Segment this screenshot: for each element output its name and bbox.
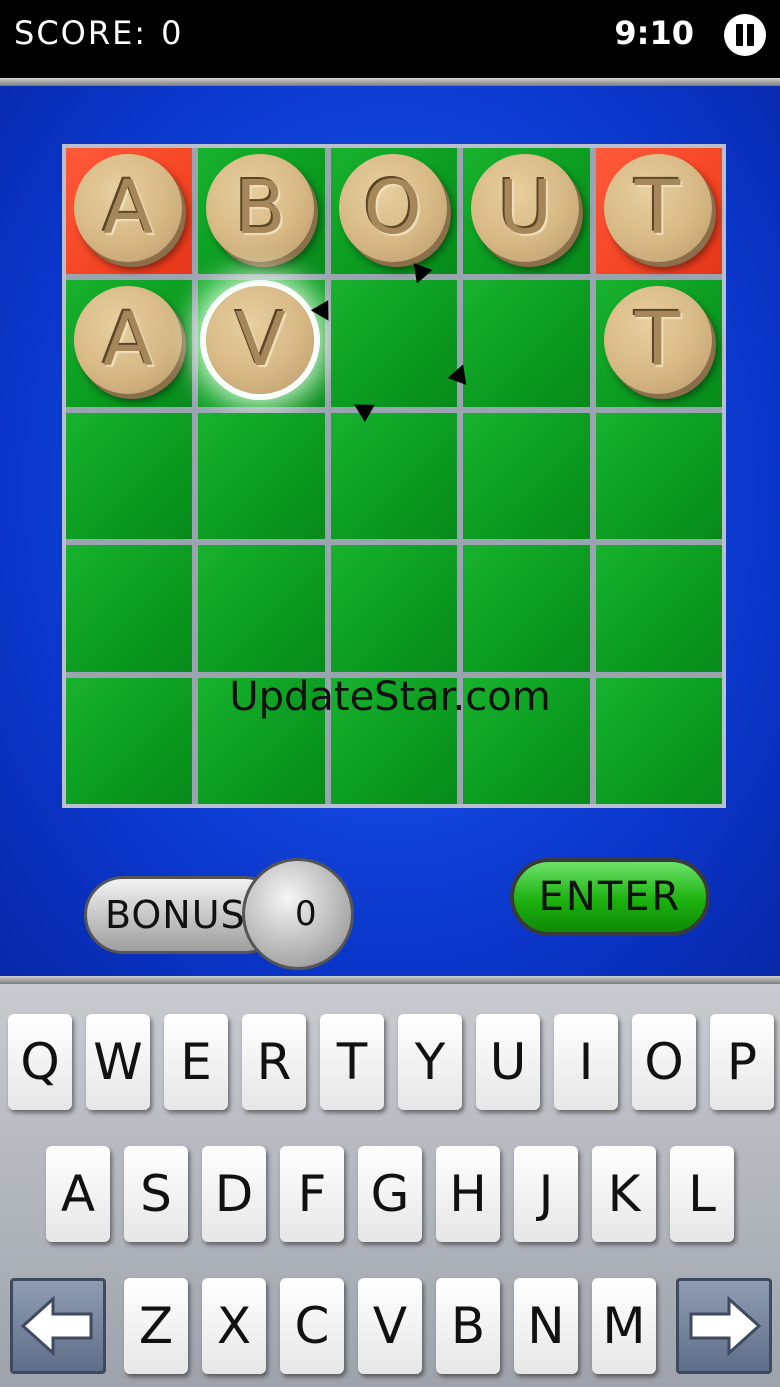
score-display: SCORE: 0	[14, 14, 183, 52]
grid-cell[interactable]: A	[66, 148, 193, 275]
letter-tile[interactable]: A	[74, 154, 182, 262]
grid-cell[interactable]: B	[198, 148, 325, 275]
enter-button[interactable]: ENTER	[510, 858, 710, 936]
timer: 9:10	[614, 14, 694, 52]
grid-cell[interactable]	[463, 545, 590, 672]
grid-cell[interactable]	[330, 545, 458, 672]
bonus-count: 0	[242, 858, 354, 970]
key-u[interactable]: U	[476, 1014, 540, 1110]
letter-tile[interactable]: B	[206, 154, 315, 262]
key-t[interactable]: T	[320, 1014, 384, 1110]
key-j[interactable]: J	[514, 1146, 578, 1242]
grid-cell[interactable]	[66, 412, 193, 540]
key-i[interactable]: I	[554, 1014, 618, 1110]
key-d[interactable]: D	[202, 1146, 266, 1242]
key-b[interactable]: B	[436, 1278, 500, 1374]
watermark: UpdateStar.com	[229, 674, 551, 720]
grid-cell[interactable]	[330, 280, 458, 407]
top-bar: SCORE: 0 9:10	[0, 0, 780, 78]
key-x[interactable]: X	[202, 1278, 266, 1374]
key-c[interactable]: C	[280, 1278, 344, 1374]
key-w[interactable]: W	[86, 1014, 150, 1110]
divider	[0, 78, 780, 86]
grid-cell[interactable]: T	[595, 280, 722, 407]
left-arrow-icon[interactable]	[10, 1278, 106, 1374]
letter-tile[interactable]: T	[603, 154, 712, 262]
grid-cell[interactable]: U	[463, 148, 590, 275]
grid-cell[interactable]	[330, 412, 458, 540]
divider	[0, 976, 780, 984]
right-arrow-icon[interactable]	[676, 1278, 772, 1374]
right-arrow-icon	[689, 1295, 762, 1357]
grid-cell[interactable]	[463, 412, 590, 540]
left-arrow-icon	[20, 1295, 93, 1357]
letter-tile[interactable]: V	[206, 286, 315, 395]
score-value: 0	[161, 14, 184, 52]
bonus-button[interactable]: BONUS 0	[84, 858, 354, 970]
grid-cell[interactable]	[595, 545, 722, 672]
keyboard: QWERTYUIOP ASDFGHJKL ZXCVBNM	[0, 984, 780, 1387]
letter-tile[interactable]: U	[471, 154, 580, 262]
key-f[interactable]: F	[280, 1146, 344, 1242]
key-r[interactable]: R	[242, 1014, 306, 1110]
key-l[interactable]: L	[670, 1146, 734, 1242]
letter-tile[interactable]: T	[603, 286, 712, 395]
grid-cell[interactable]: T	[595, 148, 722, 275]
key-n[interactable]: N	[514, 1278, 578, 1374]
score-label: SCORE:	[14, 14, 148, 52]
key-o[interactable]: O	[632, 1014, 696, 1110]
key-q[interactable]: Q	[8, 1014, 72, 1110]
grid-cell[interactable]	[595, 412, 722, 540]
grid-cell[interactable]: V	[198, 280, 325, 407]
key-p[interactable]: P	[710, 1014, 774, 1110]
pause-icon[interactable]	[724, 14, 766, 56]
grid-cell[interactable]	[198, 412, 325, 540]
game-panel: ABOUT AV T UpdateStar.com BONUS 0 ENTER	[0, 86, 780, 976]
key-y[interactable]: Y	[398, 1014, 462, 1110]
grid-cell[interactable]	[198, 545, 325, 672]
key-z[interactable]: Z	[124, 1278, 188, 1374]
key-h[interactable]: H	[436, 1146, 500, 1242]
key-e[interactable]: E	[164, 1014, 228, 1110]
letter-tile[interactable]: O	[338, 154, 447, 262]
grid-cell[interactable]: O	[330, 148, 458, 275]
key-m[interactable]: M	[592, 1278, 656, 1374]
key-g[interactable]: G	[358, 1146, 422, 1242]
key-s[interactable]: S	[124, 1146, 188, 1242]
letter-tile[interactable]: A	[74, 286, 182, 395]
key-k[interactable]: K	[592, 1146, 656, 1242]
key-v[interactable]: V	[358, 1278, 422, 1374]
grid-cell[interactable]: A	[66, 280, 193, 407]
grid-cell[interactable]	[463, 280, 590, 407]
grid-cell[interactable]	[66, 545, 193, 672]
key-a[interactable]: A	[46, 1146, 110, 1242]
